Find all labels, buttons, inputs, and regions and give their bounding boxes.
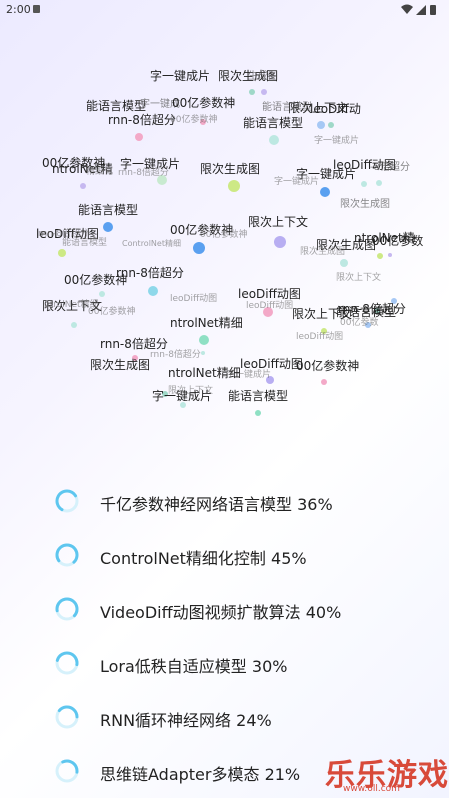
tag-cloud: 字一键成片 限次生成图 生成图 能语言模型 字一键成 00亿参数神 能语言模型 限次上下文 le…: [0, 60, 449, 430]
progress-spinner-icon: [55, 705, 79, 729]
cloud-dot: [199, 335, 209, 345]
cloud-dot: [249, 89, 255, 95]
cloud-tag[interactable]: rnn-8倍超分: [108, 114, 176, 126]
cloud-dot: [99, 291, 105, 297]
cloud-dot: [388, 253, 392, 257]
task-label: 思维链Adapter多模态 21%: [100, 765, 301, 784]
cloud-tag[interactable]: 限次上下文: [336, 274, 381, 283]
cloud-tag[interactable]: 限次生成图: [300, 248, 345, 257]
cloud-tag[interactable]: 00亿参数神: [170, 116, 217, 125]
task-label: ControlNet精细化控制 45%: [100, 549, 307, 568]
cloud-dot: [135, 133, 143, 141]
cloud-tag[interactable]: 限次上下文: [248, 216, 308, 228]
cloud-tag[interactable]: 精细化: [86, 168, 113, 177]
cloud-tag[interactable]: 生成图: [248, 72, 278, 82]
cloud-dot: [58, 249, 66, 257]
progress-spinner-icon: [55, 489, 79, 513]
cloud-tag[interactable]: -8倍超分: [370, 163, 410, 173]
cloud-tag[interactable]: leoDiff动图: [238, 288, 301, 300]
cloud-tag[interactable]: 字一键成片: [314, 137, 359, 146]
cloud-tag[interactable]: 限次上下文: [168, 387, 213, 396]
task-label: 千亿参数神经网络语言模型 36%: [100, 495, 333, 514]
cloud-tag[interactable]: ControlNet精细: [122, 240, 181, 248]
progress-spinner-icon: [55, 651, 79, 675]
cloud-tag[interactable]: 能语言模型: [228, 390, 288, 402]
task-row[interactable]: RNN循环神经网络 24%: [0, 697, 449, 737]
cloud-tag[interactable]: rnn-8倍超分: [116, 267, 184, 279]
signal-icon: [416, 5, 426, 15]
cloud-tag[interactable]: 能语言模型: [336, 306, 396, 318]
cloud-dot: [376, 180, 382, 186]
cloud-tag[interactable]: leoDiff动图: [296, 333, 343, 342]
cloud-tag[interactable]: leoDiff动: [310, 103, 361, 115]
cloud-tag[interactable]: rnn-8倍超分: [100, 338, 168, 350]
cloud-tag[interactable]: 00亿参数神: [296, 360, 359, 372]
cloud-tag[interactable]: 限次生成图: [90, 359, 150, 371]
cloud-dot: [193, 242, 205, 254]
task-row[interactable]: ControlNet精细化控制 45%: [0, 535, 449, 575]
cloud-tag[interactable]: 00亿参数神: [88, 308, 135, 317]
cloud-dot: [321, 379, 327, 385]
cloud-tag[interactable]: 00亿参数神: [172, 97, 235, 109]
cloud-tag[interactable]: 限次生成图: [340, 200, 390, 210]
progress-spinner-icon: [55, 597, 79, 621]
cloud-tag[interactable]: 字一键成片: [150, 70, 210, 82]
cloud-tag[interactable]: 能语言模型: [243, 117, 303, 129]
cloud-dot: [328, 122, 334, 128]
watermark-logo: 乐乐游戏 www.6ll.com: [325, 750, 448, 794]
status-time: 2:00: [6, 3, 31, 16]
cloud-tag[interactable]: 能语言模型: [62, 239, 107, 248]
cloud-tag[interactable]: 00亿参数神: [200, 231, 247, 240]
cloud-tag[interactable]: 00亿参数: [340, 319, 378, 328]
cloud-dot: [320, 187, 330, 197]
cloud-dot: [274, 236, 286, 248]
cloud-dot: [269, 135, 279, 145]
cloud-dot: [255, 410, 261, 416]
status-bar: 2:00: [0, 0, 449, 20]
cloud-dot: [228, 180, 240, 192]
cloud-tag[interactable]: rnn-8倍超分: [118, 169, 169, 178]
task-row[interactable]: VideoDiff动图视频扩散算法 40%: [0, 589, 449, 629]
watermark-url: www.6ll.com: [343, 784, 400, 794]
cloud-dot: [148, 286, 158, 296]
task-label: RNN循环神经网络 24%: [100, 711, 272, 730]
cloud-dot: [317, 121, 325, 129]
cloud-tag[interactable]: 字一键成片: [226, 371, 271, 380]
notification-icon: [33, 5, 40, 13]
cloud-dot: [71, 322, 77, 328]
cloud-tag[interactable]: leoDiff动图: [240, 358, 303, 370]
cloud-tag[interactable]: ntrolNet精细: [170, 317, 243, 329]
task-label: Lora低秩自适应模型 30%: [100, 657, 288, 676]
cloud-tag[interactable]: rnn-8倍超分: [150, 351, 201, 360]
cloud-tag[interactable]: leoDiff动图: [170, 295, 217, 304]
cloud-dot: [201, 351, 205, 355]
task-row[interactable]: 千亿参数神经网络语言模型 36%: [0, 481, 449, 521]
cloud-dot: [361, 181, 367, 187]
cloud-dot: [340, 259, 348, 267]
task-label: VideoDiff动图视频扩散算法 40%: [100, 603, 342, 622]
battery-icon: [430, 5, 436, 15]
cloud-dot: [377, 253, 383, 259]
cloud-tag[interactable]: leoDiff动图: [246, 302, 293, 311]
cloud-tag[interactable]: 00亿参数: [372, 235, 423, 247]
progress-spinner-icon: [55, 759, 79, 783]
cloud-tag[interactable]: 能语言模型: [78, 204, 138, 216]
wifi-icon: [401, 4, 413, 14]
status-icons: [401, 4, 436, 15]
cloud-tag[interactable]: 字一键成片: [274, 178, 319, 187]
cloud-dot: [103, 222, 113, 232]
cloud-tag[interactable]: 能语言模型: [86, 100, 146, 112]
cloud-dot: [261, 89, 267, 95]
cloud-tag[interactable]: 限次生成图: [200, 163, 260, 175]
cloud-dot: [80, 183, 86, 189]
progress-spinner-icon: [55, 543, 79, 567]
task-row[interactable]: Lora低秩自适应模型 30%: [0, 643, 449, 683]
